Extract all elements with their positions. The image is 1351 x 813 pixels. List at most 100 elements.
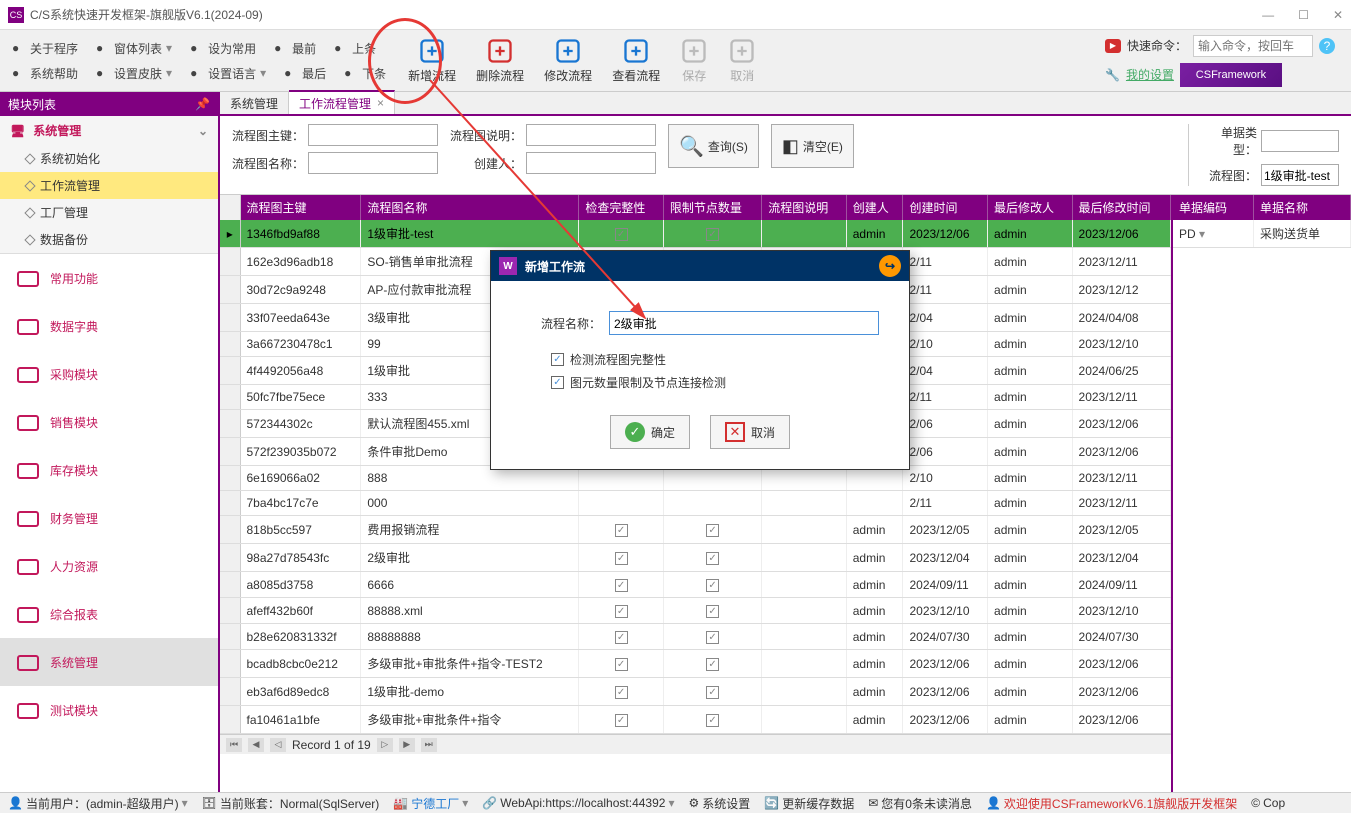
pager-prev[interactable]: ◀ <box>248 738 264 752</box>
module-财务管理[interactable]: 财务管理 <box>0 494 218 542</box>
module-销售模块[interactable]: 销售模块 <box>0 398 218 446</box>
flow-name-input[interactable] <box>609 311 879 335</box>
pager-prev-page[interactable]: ◁ <box>270 738 286 752</box>
col-header[interactable]: 单据名称 <box>1253 195 1350 220</box>
pager-first[interactable]: ⏮ <box>226 738 242 752</box>
filter-creator-label: 创建人： <box>450 155 522 172</box>
menu-系统帮助[interactable]: ●系统帮助 <box>8 63 82 84</box>
col-header[interactable]: 流程图说明 <box>762 195 847 220</box>
tab-工作流程管理[interactable]: 工作流程管理× <box>289 90 395 114</box>
table-row[interactable]: fa10461a1bfe多级审批+审批条件+指令✓✓admin2023/12/0… <box>220 706 1171 734</box>
menu-最前[interactable]: ●最前 <box>270 38 320 59</box>
sidebar-group-header[interactable]: 🖥 系统管理 ⌄ <box>0 116 218 145</box>
tab-close-icon[interactable]: × <box>377 96 384 110</box>
col-header[interactable]: 流程图主键 <box>240 195 361 220</box>
menu-设置皮肤[interactable]: ●设置皮肤▾ <box>92 63 176 84</box>
check-icon: ✓ <box>625 422 645 442</box>
sidebar-item-工作流管理[interactable]: 工作流管理 <box>0 172 218 199</box>
filter-desc-input[interactable] <box>526 124 656 146</box>
module-测试模块[interactable]: 测试模块 <box>0 686 218 734</box>
module-icon <box>16 458 40 482</box>
titlebar: CS C/S系统快速开发框架-旗舰版V6.1(2024-09) — ☐ ✕ <box>0 0 1351 30</box>
col-header[interactable]: 流程图名称 <box>361 195 579 220</box>
sidebar-item-工厂管理[interactable]: 工厂管理 <box>0 199 218 226</box>
view-flow-button[interactable]: 查看流程 <box>602 33 670 88</box>
sidebar-item-系统初始化[interactable]: 系统初始化 <box>0 145 218 172</box>
col-header[interactable]: 检查完整性 <box>579 195 664 220</box>
menu-上条[interactable]: ●上条 <box>330 38 380 59</box>
x-icon: ✕ <box>725 422 745 442</box>
flow-chart-input[interactable] <box>1261 164 1339 186</box>
table-row[interactable]: ▸1346fbd9af881级审批-test✓✓admin2023/12/06a… <box>220 220 1171 248</box>
module-icon <box>16 410 40 434</box>
col-header[interactable]: 创建人 <box>846 195 903 220</box>
menu-关于程序[interactable]: ●关于程序 <box>8 38 82 59</box>
menu-下条[interactable]: ●下条 <box>340 63 390 84</box>
pager-text: Record 1 of 19 <box>292 738 371 752</box>
table-row[interactable]: 98a27d78543fc2级审批✓✓admin2023/12/04admin2… <box>220 544 1171 572</box>
table-row[interactable]: PD ▾采购送货单 <box>1173 220 1351 248</box>
pin-icon[interactable]: 📌 <box>195 97 210 111</box>
edit-flow-button[interactable]: 修改流程 <box>534 33 602 88</box>
col-header[interactable]: 最后修改人 <box>988 195 1073 220</box>
quick-command-input[interactable] <box>1193 35 1313 57</box>
ok-button[interactable]: ✓确定 <box>610 415 690 449</box>
add-flow-button[interactable]: 新增流程 <box>398 33 466 88</box>
filter-name-input[interactable] <box>308 152 438 174</box>
status-settings[interactable]: 系统设置 <box>702 795 750 812</box>
table-row[interactable]: bcadb8cbc0e212多级审批+审批条件+指令-TEST2✓✓admin2… <box>220 650 1171 678</box>
table-row[interactable]: 818b5cc597费用报销流程✓✓admin2023/12/05admin20… <box>220 516 1171 544</box>
check-integrity-checkbox[interactable]: ✓检测流程图完整性 <box>551 351 879 368</box>
pager-next[interactable]: ▶ <box>399 738 415 752</box>
info-icon: ● <box>12 41 26 55</box>
module-常用功能[interactable]: 常用功能 <box>0 254 218 302</box>
table-row[interactable]: afeff432b60f88888.xml✓✓admin2023/12/10ad… <box>220 598 1171 624</box>
status-factory[interactable]: 宁德工厂 <box>411 795 459 812</box>
module-icon <box>16 314 40 338</box>
quick-command-label: 快速命令： <box>1127 37 1187 54</box>
menu-设置语言[interactable]: ●设置语言▾ <box>186 63 270 84</box>
side-grid[interactable]: 单据编码单据名称PD ▾采购送货单 <box>1171 195 1351 792</box>
table-row[interactable]: eb3af6d89edc81级审批-demo✓✓admin2023/12/06a… <box>220 678 1171 706</box>
filter-key-input[interactable] <box>308 124 438 146</box>
pager-last[interactable]: ⏭ <box>421 738 437 752</box>
sidebar-item-数据备份[interactable]: 数据备份 <box>0 226 218 253</box>
cancel-icon <box>728 37 756 65</box>
close-button[interactable]: ✕ <box>1333 8 1343 22</box>
doc-type-input[interactable] <box>1261 130 1339 152</box>
col-header[interactable]: 单据编码 <box>1173 195 1253 220</box>
eraser-icon: ◧ <box>782 136 799 157</box>
module-综合报表[interactable]: 综合报表 <box>0 590 218 638</box>
module-人力资源[interactable]: 人力资源 <box>0 542 218 590</box>
maximize-button[interactable]: ☐ <box>1298 8 1309 22</box>
table-row[interactable]: b28e620831332f88888888✓✓admin2024/07/30a… <box>220 624 1171 650</box>
status-cache[interactable]: 更新缓存数据 <box>782 795 854 812</box>
dialog-close-button[interactable]: ↪ <box>879 255 901 277</box>
status-msg[interactable]: 您有0条未读消息 <box>881 795 972 812</box>
menu-最后[interactable]: ●最后 <box>280 63 330 84</box>
col-header[interactable]: 最后修改时间 <box>1072 195 1170 220</box>
col-header[interactable]: 创建时间 <box>903 195 988 220</box>
check-nodes-checkbox[interactable]: ✓图元数量限制及节点连接检测 <box>551 374 879 391</box>
help-icon: ● <box>12 66 26 80</box>
col-header[interactable]: 限制节点数量 <box>663 195 761 220</box>
module-采购模块[interactable]: 采购模块 <box>0 350 218 398</box>
delete-flow-button[interactable]: 删除流程 <box>466 33 534 88</box>
module-icon <box>16 650 40 674</box>
menu-窗体列表[interactable]: ●窗体列表▾ <box>92 38 176 59</box>
filter-creator-input[interactable] <box>526 152 656 174</box>
module-数据字典[interactable]: 数据字典 <box>0 302 218 350</box>
minimize-button[interactable]: — <box>1262 8 1274 22</box>
my-settings-link[interactable]: 我的设置 <box>1126 66 1174 83</box>
table-row[interactable]: 7ba4bc17c7e0002/11admin2023/12/11 <box>220 491 1171 516</box>
table-row[interactable]: a8085d37586666✓✓admin2024/09/11admin2024… <box>220 572 1171 598</box>
search-button[interactable]: 🔍查询(S) <box>668 124 759 168</box>
tab-系统管理[interactable]: 系统管理 <box>220 92 289 114</box>
menu-设为常用[interactable]: ●设为常用 <box>186 38 260 59</box>
module-系统管理[interactable]: 系统管理 <box>0 638 218 686</box>
help-icon[interactable]: ? <box>1319 38 1335 54</box>
clear-button[interactable]: ◧清空(E) <box>771 124 854 168</box>
pager-next-page[interactable]: ▷ <box>377 738 393 752</box>
cancel-button[interactable]: ✕取消 <box>710 415 790 449</box>
module-库存模块[interactable]: 库存模块 <box>0 446 218 494</box>
